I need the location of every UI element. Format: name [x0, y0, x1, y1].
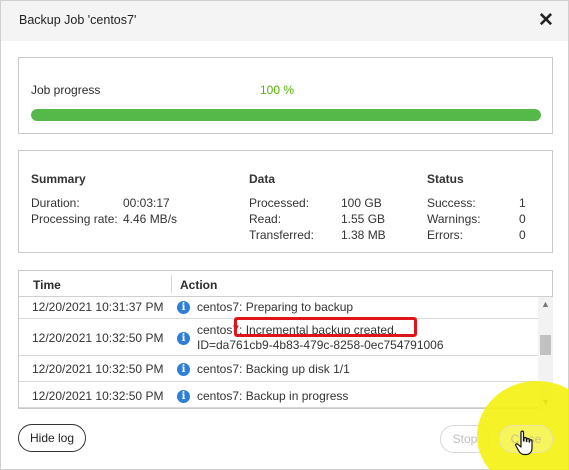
- info-icon: i: [177, 301, 190, 314]
- log-time: 12/20/2021 10:31:37 PM: [32, 300, 164, 314]
- warnings-value: 0: [519, 212, 526, 226]
- time-column-header[interactable]: Time: [33, 278, 61, 292]
- hand-cursor-icon: [515, 430, 533, 456]
- log-time: 12/20/2021 10:32:50 PM: [32, 331, 164, 345]
- job-progress-fill: [31, 109, 541, 121]
- log-action: centos7: Preparing to backup: [197, 300, 354, 314]
- duration-label: Duration:: [31, 196, 80, 210]
- transferred-label: Transferred:: [249, 228, 314, 242]
- log-table-header: Time Action: [19, 271, 552, 297]
- read-label: Read:: [249, 212, 282, 226]
- errors-value: 0: [519, 228, 526, 242]
- scroll-up-icon[interactable]: ▲: [538, 297, 553, 311]
- info-icon: i: [177, 363, 190, 376]
- job-progress-percent: 100 %: [260, 83, 295, 97]
- title-bar: Backup Job 'centos7' ✕: [1, 1, 568, 41]
- processing-rate-value: 4.46 MB/s: [123, 212, 178, 226]
- log-row[interactable]: 12/20/2021 10:32:50 PM i centos7: Backup…: [19, 382, 539, 408]
- status-heading: Status: [427, 172, 464, 186]
- warnings-label: Warnings:: [427, 212, 481, 226]
- job-progress-label: Job progress: [31, 83, 101, 97]
- duration-value: 00:03:17: [123, 196, 170, 210]
- summary-heading: Summary: [31, 172, 86, 186]
- log-action: centos7: Backup in progress: [197, 389, 349, 403]
- log-action-detail: ID=da761cb9-4b83-479c-8258-0ec754791006: [197, 338, 444, 352]
- hide-log-button[interactable]: Hide log: [18, 424, 86, 452]
- success-label: Success:: [427, 196, 476, 210]
- dialog-title: Backup Job 'centos7': [19, 13, 137, 27]
- transferred-value: 1.38 MB: [341, 228, 386, 242]
- processed-value: 100 GB: [341, 196, 382, 210]
- log-rows: 12/20/2021 10:31:37 PM i centos7: Prepar…: [19, 297, 539, 408]
- scroll-thumb[interactable]: [540, 335, 551, 355]
- log-time: 12/20/2021 10:32:50 PM: [32, 362, 164, 376]
- close-icon[interactable]: ✕: [536, 10, 556, 32]
- highlight-annotation: [234, 317, 417, 337]
- action-column-header[interactable]: Action: [180, 278, 217, 292]
- log-time: 12/20/2021 10:32:50 PM: [32, 389, 164, 403]
- log-table: Time Action 12/20/2021 10:31:37 PM i cen…: [18, 270, 553, 409]
- processed-label: Processed:: [249, 196, 310, 210]
- backup-job-dialog: Backup Job 'centos7' ✕ Job progress 100 …: [0, 0, 569, 470]
- success-value: 1: [519, 196, 526, 210]
- data-heading: Data: [249, 172, 276, 186]
- column-divider: [171, 275, 172, 293]
- log-row[interactable]: 12/20/2021 10:32:50 PM i centos7: Backin…: [19, 356, 539, 382]
- log-action: centos7: Backing up disk 1/1: [197, 362, 350, 376]
- info-icon: i: [177, 332, 190, 345]
- job-progress-panel: Job progress 100 %: [18, 57, 553, 134]
- job-progress-bar: [31, 109, 541, 121]
- processing-rate-label: Processing rate:: [31, 212, 118, 226]
- info-icon: i: [177, 390, 190, 403]
- stats-panel: Summary Duration: 00:03:17 Processing ra…: [18, 150, 553, 253]
- log-row[interactable]: 12/20/2021 10:31:37 PM i centos7: Prepar…: [19, 297, 539, 319]
- errors-label: Errors:: [427, 228, 463, 242]
- read-value: 1.55 GB: [341, 212, 386, 226]
